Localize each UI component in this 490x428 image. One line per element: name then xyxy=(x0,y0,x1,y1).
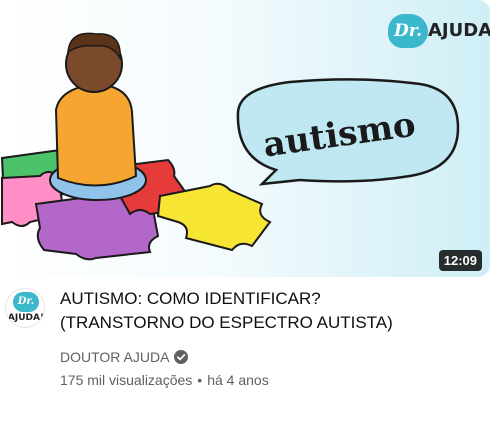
video-title[interactable]: AUTISMO: COMO IDENTIFICAR? (TRANSTORNO D… xyxy=(60,287,470,335)
video-thumbnail[interactable]: autismo Dr. AJUDA! 12:09 xyxy=(0,0,490,277)
verified-check-icon xyxy=(174,350,189,364)
upload-age: há 4 anos xyxy=(207,372,269,388)
video-stats: 175 mil visualizações • há 4 anos xyxy=(60,372,470,388)
video-title-line2: (TRANSTORNO DO ESPECTRO AUTISTA) xyxy=(60,313,393,332)
duration-badge: 12:09 xyxy=(438,250,482,271)
brand-logo: Dr. AJUDA! xyxy=(388,12,490,52)
puzzle-piece-yellow xyxy=(156,182,272,252)
avatar-ajuda: AJUDA! xyxy=(7,313,45,323)
video-meta: AUTISMO: COMO IDENTIFICAR? (TRANSTORNO D… xyxy=(60,287,470,388)
channel-avatar[interactable]: Dr. AJUDA! xyxy=(5,288,45,328)
stats-separator: • xyxy=(197,372,203,388)
logo-dr-badge: Dr. xyxy=(388,14,428,48)
channel-name: DOUTOR AJUDA xyxy=(60,349,170,365)
channel-name-row[interactable]: DOUTOR AJUDA xyxy=(60,349,470,365)
view-count: 175 mil visualizações xyxy=(60,372,193,388)
child-body xyxy=(54,82,138,187)
avatar-dr: Dr. xyxy=(13,292,39,312)
logo-ajuda-text: AJUDA! xyxy=(428,20,490,41)
video-title-line1: AUTISMO: COMO IDENTIFICAR? xyxy=(60,289,321,308)
video-card: autismo Dr. AJUDA! 12:09 Dr. AJUDA! AUTI… xyxy=(0,0,490,428)
